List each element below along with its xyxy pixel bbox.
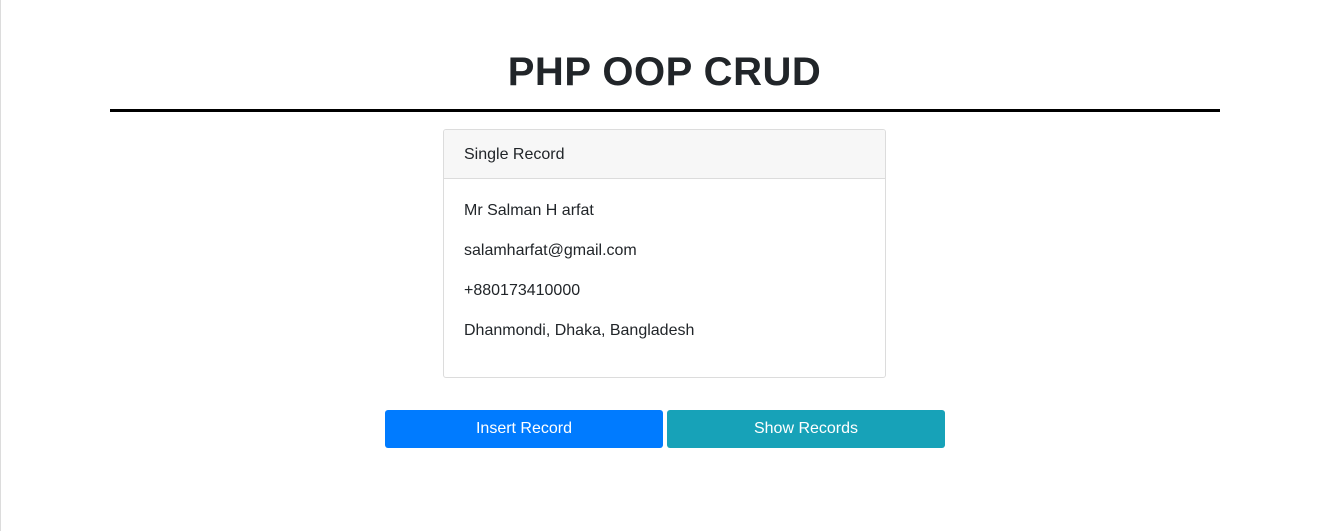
- record-name: Mr Salman H arfat: [464, 202, 594, 219]
- card-body: Mr Salman H arfat salamharfat@gmail.com …: [444, 179, 885, 341]
- page-title: PHP OOP CRUD: [507, 50, 822, 94]
- title-divider: [110, 109, 1220, 112]
- insert-record-button[interactable]: Insert Record: [385, 410, 663, 448]
- record-phone: +880173410000: [464, 282, 581, 299]
- record-address: Dhanmondi, Dhaka, Bangladesh: [464, 322, 695, 339]
- page: PHP OOP CRUD Single Record Mr Salman H a…: [0, 0, 1327, 531]
- show-records-button[interactable]: Show Records: [667, 410, 945, 448]
- record-email: salamharfat@gmail.com: [464, 242, 637, 259]
- single-record-card: Single Record Mr Salman H arfat salamhar…: [443, 129, 886, 378]
- card-header: Single Record: [444, 130, 885, 179]
